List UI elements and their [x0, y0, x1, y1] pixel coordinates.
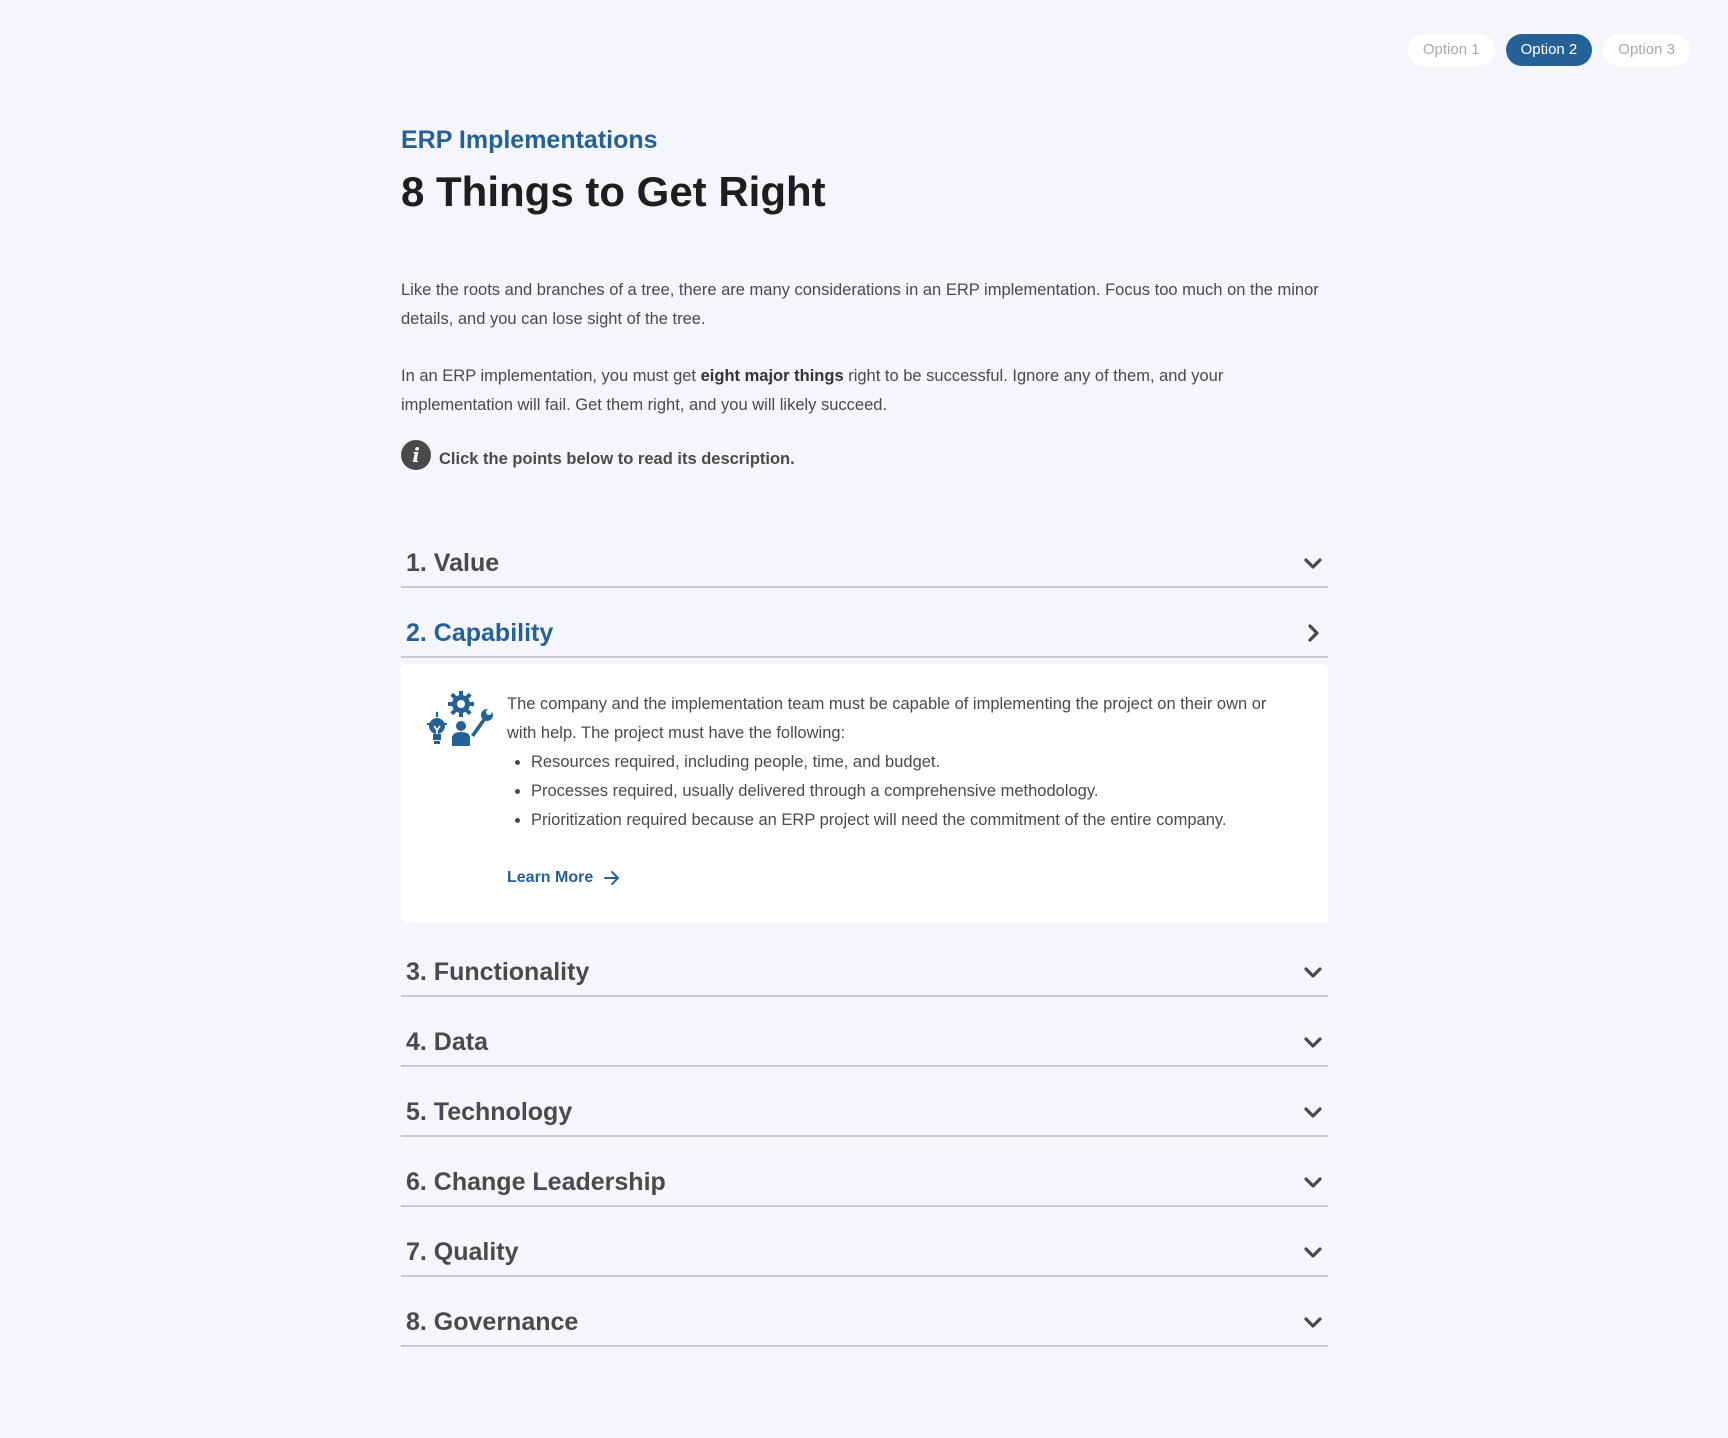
accordion-panel-capability: The company and the implementation team …: [401, 664, 1328, 923]
accordion-header-data[interactable]: 4. Data: [401, 1019, 1328, 1065]
panel-body: The company and the implementation team …: [507, 690, 1300, 887]
accordion-title: 8. Governance: [406, 1307, 579, 1336]
page-eyebrow: ERP Implementations: [401, 126, 658, 154]
accordion-item-value: 1. Value: [401, 540, 1328, 588]
list-item: Prioritization required because an ERP p…: [531, 806, 1300, 835]
accordion-title: 3. Functionality: [406, 957, 590, 986]
accordion-title: 5. Technology: [406, 1097, 573, 1126]
accordion-title: 6. Change Leadership: [406, 1167, 666, 1196]
option-1-button[interactable]: Option 1: [1407, 34, 1495, 66]
intro-p2-before: In an ERP implementation, you must get: [401, 367, 701, 385]
chevron-down-icon: [1304, 1247, 1322, 1258]
accordion-title: 4. Data: [406, 1027, 488, 1056]
accordion-item-quality: 7. Quality: [401, 1229, 1328, 1277]
chevron-down-icon: [1304, 558, 1322, 569]
intro-p2-bold: eight major things: [700, 367, 844, 385]
chevron-down-icon: [1304, 1107, 1322, 1118]
accordion-item-governance: 8. Governance: [401, 1299, 1328, 1347]
list-item: Resources required, including people, ti…: [531, 748, 1300, 777]
accordion-header-quality[interactable]: 7. Quality: [401, 1229, 1328, 1275]
panel-text: The company and the implementation team …: [507, 695, 1267, 742]
accordion-header-functionality[interactable]: 3. Functionality: [401, 949, 1328, 995]
list-item: Processes required, usually delivered th…: [531, 777, 1300, 806]
chevron-down-icon: [1304, 1317, 1322, 1328]
accordion-header-capability[interactable]: 2. Capability: [401, 610, 1328, 656]
hint-text: Click the points below to read its descr…: [439, 449, 795, 468]
panel-bullets: Resources required, including people, ti…: [507, 748, 1300, 835]
option-switch: Option 1 Option 2 Option 3: [1407, 34, 1690, 66]
learn-more-link[interactable]: Learn More: [507, 869, 621, 887]
intro: Like the roots and branches of a tree, t…: [401, 276, 1328, 420]
chevron-down-icon: [1304, 967, 1322, 978]
chevron-down-icon: [1304, 1177, 1322, 1188]
accordion-header-governance[interactable]: 8. Governance: [401, 1299, 1328, 1345]
intro-paragraph-1: Like the roots and branches of a tree, t…: [401, 281, 1319, 328]
main-content: ERP Implementations 8 Things to Get Righ…: [401, 124, 1328, 1347]
intro-paragraph-2: In an ERP implementation, you must get e…: [401, 362, 1328, 420]
team-capability-icon: [427, 691, 493, 746]
accordion-title: 2. Capability: [406, 618, 554, 647]
accordion-item-capability: 2. Capability: [401, 610, 1328, 658]
accordion-item-change-leadership: 6. Change Leadership: [401, 1159, 1328, 1207]
page-title: 8 Things to Get Right: [401, 168, 826, 215]
hint: i Click the points below to read its des…: [401, 440, 1328, 470]
accordion: 1. Value 2. Capability The company and t…: [401, 540, 1328, 1347]
chevron-right-icon: [1308, 624, 1319, 642]
accordion-title: 7. Quality: [406, 1237, 519, 1266]
accordion-item-data: 4. Data: [401, 1019, 1328, 1067]
chevron-down-icon: [1304, 1037, 1322, 1048]
accordion-item-functionality: 3. Functionality: [401, 949, 1328, 997]
learn-more-label: Learn More: [507, 869, 594, 886]
accordion-title: 1. Value: [406, 548, 500, 577]
accordion-item-technology: 5. Technology: [401, 1089, 1328, 1137]
option-3-button[interactable]: Option 3: [1603, 34, 1690, 66]
option-2-button[interactable]: Option 2: [1505, 34, 1593, 66]
info-icon: i: [401, 440, 431, 470]
accordion-header-value[interactable]: 1. Value: [401, 540, 1328, 586]
accordion-header-technology[interactable]: 5. Technology: [401, 1089, 1328, 1135]
accordion-header-change-leadership[interactable]: 6. Change Leadership: [401, 1159, 1328, 1205]
arrow-right-icon: [604, 871, 620, 885]
